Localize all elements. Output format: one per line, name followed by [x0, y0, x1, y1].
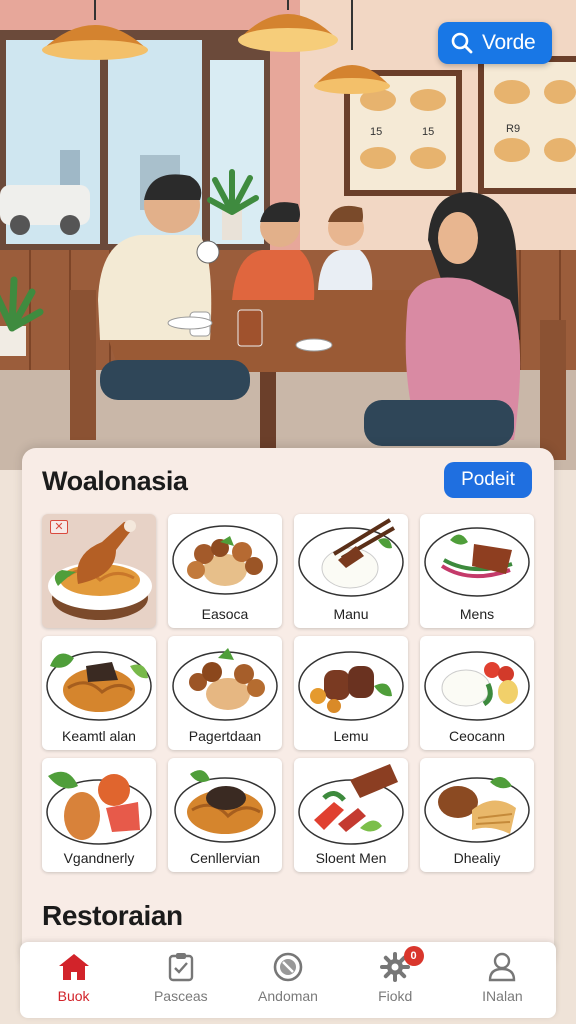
- dish-grid: ✕ Easoca Manu Mens Keamtl alan Pagertdaa…: [42, 514, 534, 872]
- nav-label: Buok: [57, 988, 90, 1004]
- fried-chicken-roll-dish-image: [424, 776, 530, 843]
- wall-menu-price: 15: [422, 126, 434, 138]
- mixed-plate-dish-image: [172, 525, 278, 595]
- user-icon: [489, 952, 516, 982]
- nav-item-settings[interactable]: 0 Fiokd: [342, 942, 449, 1018]
- restaurant-hero-illustration: 15 15 R9 Vorde: [0, 0, 576, 470]
- dish-tile[interactable]: Pagertdaan: [168, 636, 282, 750]
- search-button[interactable]: Vorde: [438, 22, 552, 64]
- dish-label: Cenllervian: [189, 850, 261, 866]
- search-label: Vorde: [482, 31, 536, 54]
- nav-item-profile[interactable]: INalan: [449, 942, 556, 1018]
- grilled-skewer-dish-image: [298, 764, 404, 845]
- dish-label: Mens: [459, 606, 495, 622]
- dish-tile[interactable]: Manu: [294, 514, 408, 628]
- restaurants-section-title: Restoraian: [42, 900, 183, 931]
- notification-badge: 0: [403, 946, 424, 966]
- menu-action-button[interactable]: Podeit: [444, 462, 532, 498]
- dish-tile[interactable]: Ceocann: [420, 636, 534, 750]
- dish-tile[interactable]: ✕: [42, 514, 156, 628]
- nav-label: Pasceas: [153, 988, 208, 1004]
- dish-tile[interactable]: Mens: [420, 514, 534, 628]
- nav-item-home[interactable]: Buok: [20, 942, 127, 1018]
- search-icon: [451, 32, 473, 54]
- rice-plate-dish-image: [298, 518, 404, 597]
- dish-label: Sloent Men: [315, 850, 387, 866]
- home-icon: [58, 954, 89, 980]
- dish-label: Keamtl alan: [62, 728, 136, 744]
- dish-label: Easoca: [201, 606, 249, 622]
- favorite-badge: ✕: [50, 520, 68, 534]
- dish-tile[interactable]: Dhealiy: [420, 758, 534, 872]
- dish-tile[interactable]: Cenllervian: [168, 758, 282, 872]
- spaghetti-dish-image: [174, 770, 276, 843]
- dish-label: Vgandnerly: [63, 850, 135, 866]
- dish-tile[interactable]: Sloent Men: [294, 758, 408, 872]
- compass-icon: [273, 952, 303, 982]
- grilled-meat-salad-dish-image: [424, 527, 530, 597]
- nav-label: Andoman: [258, 988, 318, 1004]
- nav-item-orders[interactable]: Pasceas: [127, 942, 234, 1018]
- beef-noodle-dish-image: [46, 651, 152, 721]
- menu-card: Woalonasia Podeit ✕ Easoca Manu Mens Kea…: [22, 448, 554, 968]
- nav-label: Fiokd: [378, 988, 413, 1004]
- dish-label: Dhealiy: [453, 850, 501, 866]
- nav-label: INalan: [482, 988, 523, 1004]
- menu-card-title: Woalonasia: [42, 466, 188, 496]
- bottom-navigation: Buok Pasceas Andoman 0 Fiokd INalan: [20, 942, 556, 1018]
- dish-label: Manu: [333, 606, 369, 622]
- rice-vegetable-dish-image: [424, 651, 530, 721]
- meat-rolls-dish-image: [298, 651, 404, 721]
- dish-tile[interactable]: Lemu: [294, 636, 408, 750]
- fried-balls-dish-image: [172, 648, 278, 721]
- dish-tile[interactable]: Vgandnerly: [42, 758, 156, 872]
- dish-label: Ceocann: [448, 728, 506, 744]
- dish-tile[interactable]: Keamtl alan: [42, 636, 156, 750]
- clipboard-icon: [168, 953, 193, 982]
- nav-item-explore[interactable]: Andoman: [234, 942, 341, 1018]
- dish-tile[interactable]: Easoca: [168, 514, 282, 628]
- wall-menu-price: R9: [506, 123, 520, 135]
- dish-label: Lemu: [333, 728, 369, 744]
- restaurant-scene: 15 15 R9: [0, 0, 576, 470]
- dish-label: Pagertdaan: [188, 728, 262, 744]
- fruit-platter-dish-image: [46, 771, 152, 845]
- wall-menu-price: 15: [370, 126, 382, 138]
